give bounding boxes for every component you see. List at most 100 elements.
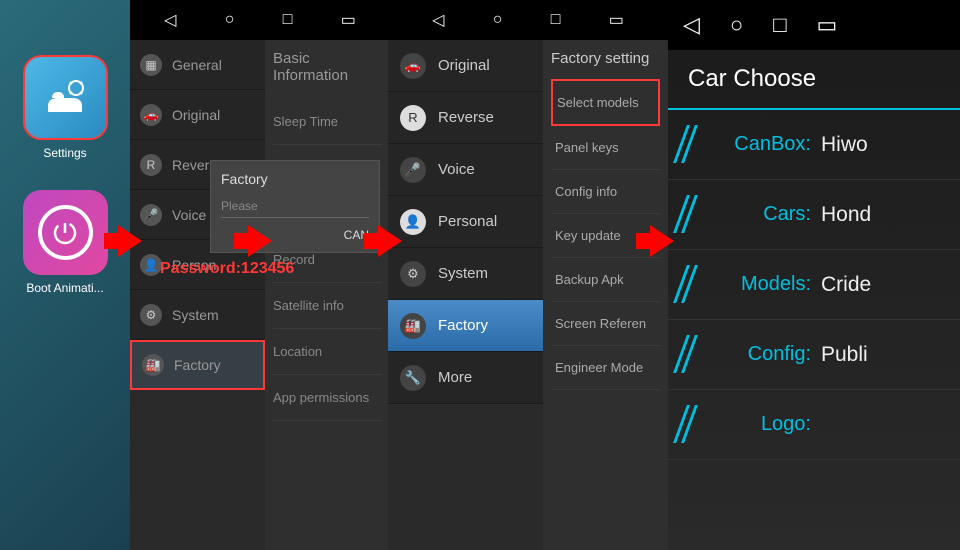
info-location[interactable]: Location xyxy=(273,329,382,375)
slash-icon xyxy=(676,125,698,165)
car-choose-canbox[interactable]: CanBox: Hiwo xyxy=(668,110,960,180)
car-choose-screen: ◁ ○ □ ▭ Car Choose CanBox: Hiwo Cars: Ho… xyxy=(668,0,960,550)
settings-app-icon xyxy=(23,55,108,140)
password-input[interactable]: Please xyxy=(221,199,369,218)
sidebar-label: Factory xyxy=(174,357,221,373)
slash-icon xyxy=(676,335,698,375)
sidebar-label: General xyxy=(172,57,222,73)
flow-arrow-icon xyxy=(378,225,402,257)
sidebar-label: Original xyxy=(172,107,220,123)
home-screen: Settings Boot Animati... xyxy=(0,0,130,550)
info-satellite[interactable]: Satellite info xyxy=(273,283,382,329)
factory-icon: 🏭 xyxy=(400,313,426,339)
media-icon[interactable]: ▭ xyxy=(609,10,624,30)
sidebar-item-factory[interactable]: 🏭 Factory xyxy=(388,300,543,352)
home-icon[interactable]: ○ xyxy=(225,11,235,29)
car-choose-logo[interactable]: Logo: xyxy=(668,390,960,460)
android-navbar: ◁ ○ □ ▭ xyxy=(668,0,960,50)
sidebar-item-voice[interactable]: 🎤 Voice xyxy=(388,144,543,196)
home-icon[interactable]: ○ xyxy=(493,11,503,29)
sidebar-label: Original xyxy=(438,57,490,74)
panel-title: Basic Information xyxy=(273,50,382,84)
car-icon: 🚗 xyxy=(400,53,426,79)
recent-icon[interactable]: □ xyxy=(283,11,293,29)
fs-select-models[interactable]: Select models xyxy=(551,79,660,126)
sidebar-item-factory[interactable]: 🏭 Factory xyxy=(130,340,265,390)
sidebar-label: System xyxy=(172,307,219,323)
sidebar-item-original[interactable]: 🚗 Original xyxy=(388,40,543,92)
slash-icon xyxy=(676,195,698,235)
home-icon[interactable]: ○ xyxy=(730,12,743,38)
fs-screen-reference[interactable]: Screen Referen xyxy=(551,302,660,346)
fs-backup-apk[interactable]: Backup Apk xyxy=(551,258,660,302)
person-icon: 👤 xyxy=(400,209,426,235)
row-label: Config: xyxy=(706,343,811,366)
sidebar-label: System xyxy=(438,265,488,282)
slash-icon xyxy=(676,265,698,305)
factory-icon: 🏭 xyxy=(142,354,164,376)
sidebar-item-personal[interactable]: 👤 Personal xyxy=(388,196,543,248)
basic-info-panel: Basic Information Sleep Time Panel light… xyxy=(265,40,390,550)
car-icon: 🚗 xyxy=(140,104,162,126)
boot-animation-app-label: Boot Animati... xyxy=(26,281,103,295)
reverse-icon: R xyxy=(400,105,426,131)
sidebar-item-system[interactable]: ⚙ System xyxy=(388,248,543,300)
media-icon[interactable]: ▭ xyxy=(817,12,838,38)
car-choose-models[interactable]: Models: Cride xyxy=(668,250,960,320)
row-label: Logo: xyxy=(706,413,811,436)
wrench-icon: 🔧 xyxy=(400,365,426,391)
fs-panel-keys[interactable]: Panel keys xyxy=(551,126,660,170)
sidebar-item-more[interactable]: 🔧 More xyxy=(388,352,543,404)
fs-config-info[interactable]: Config info xyxy=(551,170,660,214)
row-label: Cars: xyxy=(706,203,811,226)
sidebar-item-original[interactable]: 🚗 Original xyxy=(130,90,265,140)
recent-icon[interactable]: □ xyxy=(773,12,786,38)
sidebar-label: Reverse xyxy=(438,109,494,126)
slash-icon xyxy=(676,405,698,445)
page-title: Car Choose xyxy=(668,50,960,110)
back-icon[interactable]: ◁ xyxy=(432,10,444,30)
android-navbar: ◁ ○ □ ▭ xyxy=(130,0,390,40)
car-choose-cars[interactable]: Cars: Hond xyxy=(668,180,960,250)
flow-arrow-icon xyxy=(248,225,272,257)
row-value: Hiwo xyxy=(821,133,868,157)
fs-engineer-mode[interactable]: Engineer Mode xyxy=(551,346,660,390)
settings-screen-2: ◁ ○ □ ▭ 🚗 Original R Reverse 🎤 Voice 👤 Perso… xyxy=(388,0,668,550)
mic-icon: 🎤 xyxy=(400,157,426,183)
back-icon[interactable]: ◁ xyxy=(164,10,176,30)
settings-app[interactable]: Settings xyxy=(23,55,108,160)
boot-animation-app-icon xyxy=(23,190,108,275)
row-label: Models: xyxy=(706,273,811,296)
android-navbar: ◁ ○ □ ▭ xyxy=(388,0,668,40)
info-sleep-time[interactable]: Sleep Time xyxy=(273,99,382,145)
sidebar-label: Personal xyxy=(438,213,497,230)
row-value: Publi xyxy=(821,343,868,367)
car-choose-config[interactable]: Config: Publi xyxy=(668,320,960,390)
flow-arrow-icon xyxy=(650,225,674,257)
sidebar-label: More xyxy=(438,369,472,386)
sidebar-item-system[interactable]: ⚙System xyxy=(130,290,265,340)
password-annotation: Password:123456 xyxy=(160,260,294,278)
sidebar-label: Voice xyxy=(438,161,475,178)
reverse-icon: R xyxy=(140,154,162,176)
boot-animation-app[interactable]: Boot Animati... xyxy=(23,190,108,295)
gear-icon: ⚙ xyxy=(400,261,426,287)
sidebar-label: Factory xyxy=(438,317,488,334)
mic-icon: 🎤 xyxy=(140,204,162,226)
sidebar-item-reverse[interactable]: R Reverse xyxy=(388,92,543,144)
sidebar-label: Voice xyxy=(172,207,206,223)
settings-screen-1: ◁ ○ □ ▭ ▦General 🚗Original RReverse 🎤Voi… xyxy=(130,0,390,550)
sidebar-item-general[interactable]: ▦ General xyxy=(130,40,265,90)
flow-arrow-icon xyxy=(118,225,142,257)
person-icon: 👤 xyxy=(140,254,162,276)
info-permissions[interactable]: App permissions xyxy=(273,375,382,421)
recent-icon[interactable]: □ xyxy=(551,11,561,29)
row-value: Hond xyxy=(821,203,871,227)
media-icon[interactable]: ▭ xyxy=(341,10,356,30)
settings-sidebar: 🚗 Original R Reverse 🎤 Voice 👤 Personal ⚙ Sys… xyxy=(388,40,543,404)
factory-settings-panel: Factory setting Select models Panel keys… xyxy=(543,40,668,550)
back-icon[interactable]: ◁ xyxy=(683,12,700,38)
panel-title: Factory setting xyxy=(551,50,660,67)
row-value: Cride xyxy=(821,273,871,297)
general-icon: ▦ xyxy=(140,54,162,76)
